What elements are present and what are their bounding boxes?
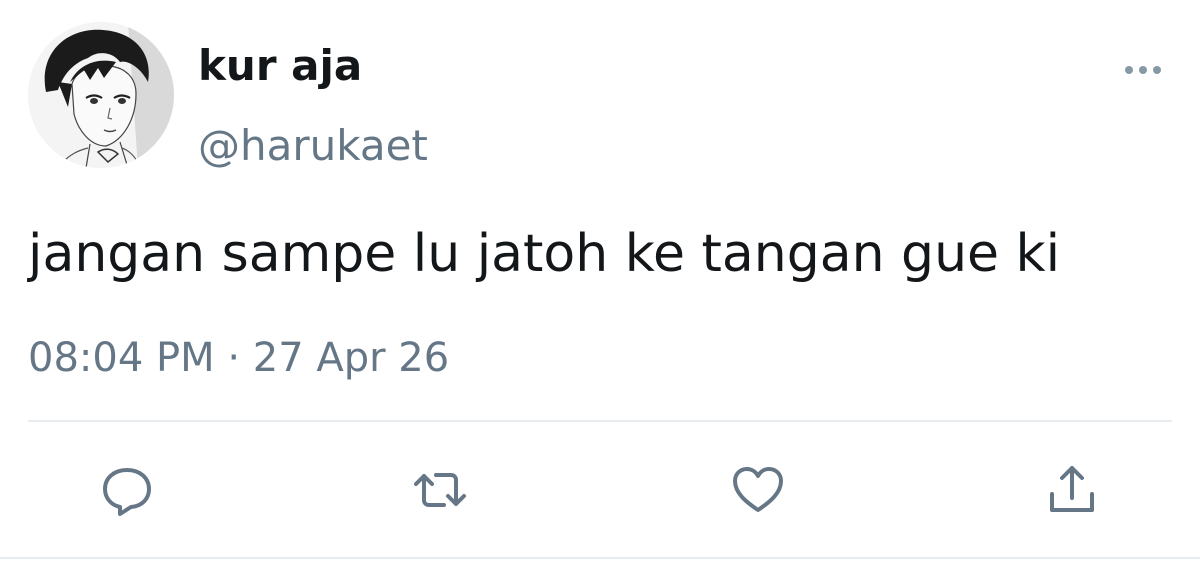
- display-name[interactable]: kur aja: [198, 38, 362, 94]
- more-dot-icon: [1125, 66, 1133, 74]
- reply-icon: [103, 468, 151, 516]
- tweet-timestamp[interactable]: 08:04 PM · 27 Apr 26: [28, 330, 449, 386]
- share-button[interactable]: [1040, 458, 1104, 522]
- heart-icon: [733, 467, 783, 512]
- bottom-divider: [0, 557, 1200, 559]
- tweet-card: kur aja @harukaet jangan sampe lu jatoh …: [0, 0, 1200, 574]
- share-icon: [1050, 466, 1094, 512]
- like-button[interactable]: [726, 458, 790, 522]
- more-options-button[interactable]: [1112, 50, 1174, 90]
- avatar[interactable]: [28, 22, 174, 168]
- avatar-illustration: [28, 22, 174, 168]
- user-handle[interactable]: @harukaet: [198, 118, 428, 174]
- tweet-text: jangan sampe lu jatoh ke tangan gue ki: [28, 224, 1061, 284]
- retweet-icon: [414, 473, 466, 507]
- reply-button[interactable]: [95, 458, 159, 522]
- more-dot-icon: [1153, 66, 1161, 74]
- more-dot-icon: [1139, 66, 1147, 74]
- divider: [28, 420, 1172, 422]
- retweet-button[interactable]: [408, 458, 472, 522]
